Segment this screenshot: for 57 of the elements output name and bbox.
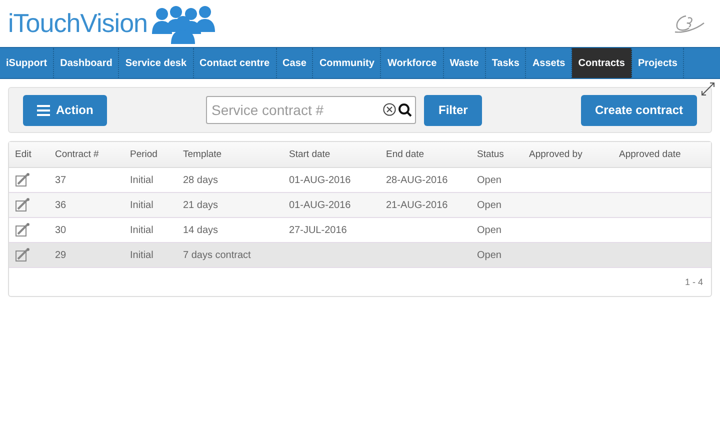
expand-icon[interactable] (701, 82, 715, 96)
table-cell-text: 21 days (182, 200, 220, 210)
edit-icon[interactable] (15, 248, 30, 262)
table-cell-text: Initial (129, 250, 154, 260)
nav-tab[interactable]: Service desk (119, 48, 194, 78)
table-row[interactable]: 36 Initial 21 days 01-AUG-2016 21-AUG-2016 Open (9, 193, 711, 218)
table-cell-text: Open (476, 200, 502, 210)
column-header: Approved date (618, 149, 682, 160)
table-cell-text: 36 (54, 200, 68, 210)
edit-icon[interactable] (15, 223, 30, 237)
search-field[interactable]: Service contract # (206, 96, 416, 124)
table-cell-text: Open (476, 174, 502, 186)
create-contract-button[interactable]: Create contract (580, 94, 697, 126)
column-header: Contract # (54, 149, 100, 160)
table-cell-text: 29 (54, 250, 68, 260)
search-icon[interactable] (398, 103, 412, 117)
column-header: Status (476, 149, 505, 160)
column-header: Period (129, 149, 158, 160)
nav-tab[interactable]: Case (276, 48, 314, 78)
table-cell-text: Initial (129, 174, 154, 186)
nav-tab[interactable]: Tasks (486, 48, 526, 78)
table-row[interactable]: 29 Initial 7 days contract Open (9, 243, 711, 268)
nav-tab[interactable]: Dashboard (54, 48, 120, 78)
nav-tab[interactable]: Community (313, 48, 382, 78)
logo-text: iTouchVision (8, 8, 148, 39)
filter-button[interactable]: Filter (424, 94, 482, 126)
edit-icon[interactable] (15, 173, 30, 187)
column-header: End date (385, 149, 426, 160)
table-cell-text: 14 days (182, 224, 220, 236)
table-cell-text: 30 (54, 224, 68, 236)
table-cell-text: Open (476, 250, 502, 260)
table-cell-text: Initial (129, 224, 154, 236)
edit-icon[interactable] (15, 198, 30, 212)
column-header: Start date (288, 149, 332, 160)
table-cell-text: 7 days contract (182, 250, 252, 260)
nav-tab[interactable]: Contracts (572, 48, 632, 78)
column-header: Approved by (528, 149, 584, 160)
column-header: Edit (14, 149, 32, 160)
column-header: Template (182, 149, 223, 160)
table-cell-text: 01-AUG-2016 (288, 174, 352, 186)
table-cell-text: 21-AUG-2016 (385, 200, 449, 210)
table-cell-text: 01-AUG-2016 (288, 200, 352, 210)
nav-tab[interactable]: Workforce (381, 48, 444, 78)
nav-tab[interactable]: iSupport (0, 48, 54, 78)
nav-tab[interactable]: Waste (444, 48, 486, 78)
menu-icon (37, 104, 50, 116)
table-cell-text: 27-JUL-2016 (288, 224, 348, 236)
table-cell-text: Open (476, 224, 502, 236)
table-cell-text: 28-AUG-2016 (385, 174, 449, 186)
clear-icon[interactable] (383, 103, 396, 116)
nav-tab[interactable]: Contact centre (194, 48, 277, 78)
table-cell-text: 28 days (182, 174, 220, 186)
table-cell-text: Initial (129, 200, 154, 210)
table-cell-text: 37 (54, 174, 68, 186)
pagination-text: 1 - 4 (684, 277, 703, 287)
action-button[interactable]: Action (23, 94, 108, 126)
nav-tab[interactable]: Projects (632, 48, 684, 78)
